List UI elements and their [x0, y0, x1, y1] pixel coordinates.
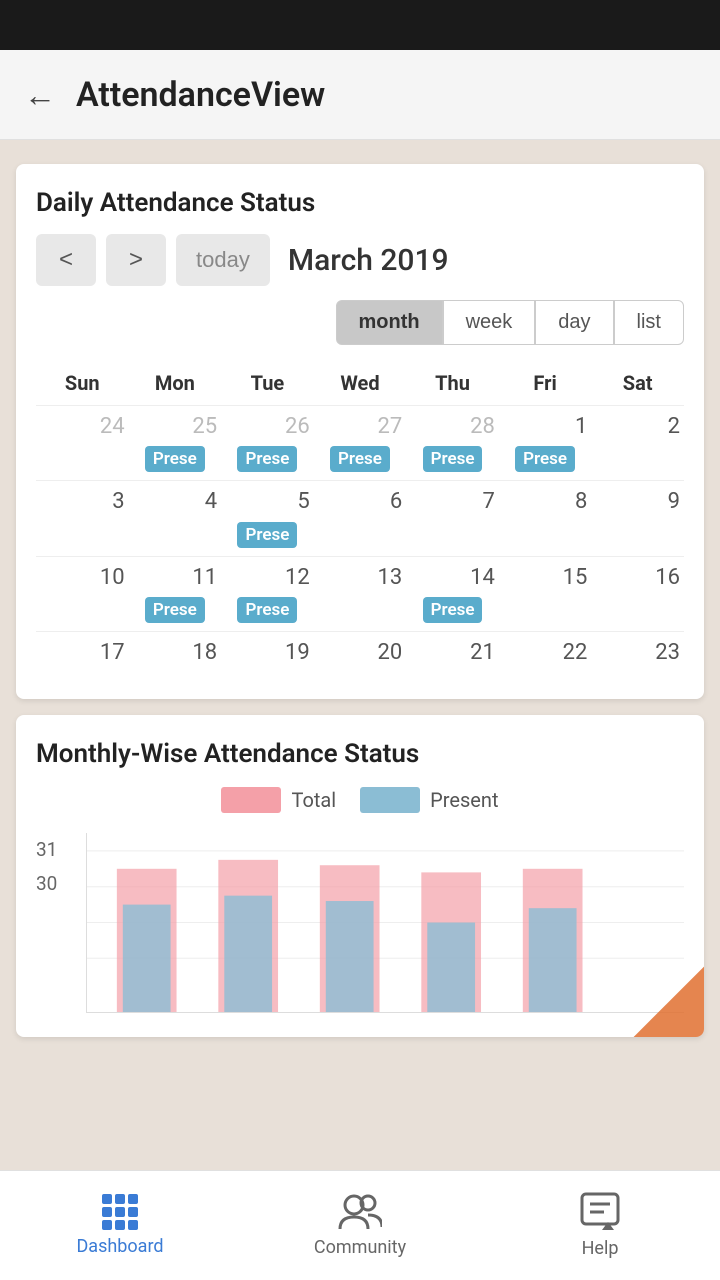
table-row[interactable]: 18 — [129, 632, 222, 675]
table-row[interactable]: 20 — [314, 632, 407, 675]
daily-card-title: Daily Attendance Status — [36, 188, 684, 218]
monthly-attendance-card: Monthly-Wise Attendance Status Total Pre… — [16, 715, 704, 1037]
calendar-nav-row: < > today March 2019 — [36, 234, 684, 286]
nav-item-dashboard[interactable]: Dashboard — [0, 1194, 240, 1257]
header: ← AttendanceView — [0, 50, 720, 140]
prev-month-button[interactable]: < — [36, 234, 96, 286]
dashboard-label: Dashboard — [76, 1236, 163, 1257]
legend-total-label: Total — [291, 788, 336, 812]
y-label-31: 31 — [36, 833, 57, 867]
table-row[interactable]: 21 — [406, 632, 499, 675]
legend-present-label: Present — [430, 788, 498, 812]
community-label: Community — [314, 1237, 406, 1258]
table-row[interactable]: 13 — [314, 556, 407, 631]
help-icon — [580, 1192, 620, 1232]
table-row[interactable]: 16 — [591, 556, 684, 631]
table-row[interactable]: 4 — [129, 481, 222, 556]
main-content: Daily Attendance Status < > today March … — [0, 140, 720, 1170]
status-bar — [0, 0, 720, 50]
table-row[interactable]: 24 — [36, 406, 129, 481]
table-row[interactable]: 28Prese — [406, 406, 499, 481]
table-row[interactable]: 1Prese — [499, 406, 592, 481]
table-row[interactable]: 27Prese — [314, 406, 407, 481]
chart-y-axis: 31 30 — [36, 833, 57, 1013]
nav-item-community[interactable]: Community — [240, 1193, 480, 1258]
table-row[interactable]: 10 — [36, 556, 129, 631]
nav-item-help[interactable]: Help — [480, 1192, 720, 1259]
today-button[interactable]: today — [176, 234, 270, 286]
table-row[interactable]: 9 — [591, 481, 684, 556]
y-label-30: 30 — [36, 867, 57, 901]
community-icon — [338, 1193, 382, 1231]
legend-total-box — [221, 787, 281, 813]
table-row[interactable]: 19 — [221, 632, 314, 675]
table-row[interactable]: 26Prese — [221, 406, 314, 481]
weekday-sun: Sun — [36, 361, 129, 406]
view-toggle: month week day list — [36, 300, 684, 345]
toggle-day-button[interactable]: day — [535, 300, 613, 345]
table-row[interactable]: 6 — [314, 481, 407, 556]
help-label: Help — [582, 1238, 619, 1259]
table-row[interactable]: 14Prese — [406, 556, 499, 631]
daily-attendance-card: Daily Attendance Status < > today March … — [16, 164, 704, 699]
bottom-navigation: Dashboard Community Help — [0, 1170, 720, 1280]
chart-bars — [86, 833, 684, 1013]
legend-present-box — [360, 787, 420, 813]
legend-present: Present — [360, 787, 498, 813]
chart-legend: Total Present — [36, 787, 684, 813]
table-row[interactable]: 5Prese — [221, 481, 314, 556]
toggle-list-button[interactable]: list — [614, 300, 684, 345]
table-row[interactable]: 17 — [36, 632, 129, 675]
next-month-button[interactable]: > — [106, 234, 166, 286]
table-row[interactable]: 3 — [36, 481, 129, 556]
weekday-fri: Fri — [499, 361, 592, 406]
toggle-month-button[interactable]: month — [336, 300, 443, 345]
weekday-mon: Mon — [129, 361, 222, 406]
weekday-sat: Sat — [591, 361, 684, 406]
table-row[interactable]: 25Prese — [129, 406, 222, 481]
legend-total: Total — [221, 787, 336, 813]
table-row[interactable]: 12Prese — [221, 556, 314, 631]
calendar-table: Sun Mon Tue Wed Thu Fri Sat 2425Prese26P… — [36, 361, 684, 675]
table-row[interactable]: 8 — [499, 481, 592, 556]
table-row[interactable]: 22 — [499, 632, 592, 675]
monthly-card-title: Monthly-Wise Attendance Status — [36, 739, 684, 769]
month-label: March 2019 — [288, 243, 449, 278]
table-row[interactable]: 15 — [499, 556, 592, 631]
monthly-chart: 31 30 — [36, 833, 684, 1013]
toggle-week-button[interactable]: week — [443, 300, 536, 345]
table-row[interactable]: 23 — [591, 632, 684, 675]
weekday-wed: Wed — [314, 361, 407, 406]
table-row[interactable]: 11Prese — [129, 556, 222, 631]
back-button[interactable]: ← — [24, 79, 56, 111]
page-title: AttendanceView — [76, 75, 325, 115]
table-row[interactable]: 7 — [406, 481, 499, 556]
dashboard-icon — [102, 1194, 138, 1230]
chart-svg — [87, 833, 684, 1012]
table-row[interactable]: 2 — [591, 406, 684, 481]
weekday-tue: Tue — [221, 361, 314, 406]
weekday-thu: Thu — [406, 361, 499, 406]
